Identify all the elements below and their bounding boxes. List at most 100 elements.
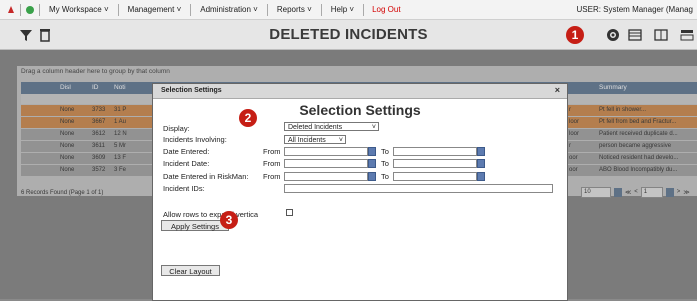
pager: 10 ≪ < 1 > ≫: [581, 186, 690, 198]
incident-date-label: Incident Date:: [163, 159, 210, 168]
layout-icon[interactable]: [680, 28, 694, 42]
cell-id[interactable]: 3667: [92, 119, 105, 125]
incident-ids-input[interactable]: [284, 184, 553, 193]
dialog-title: Selection Settings: [161, 87, 222, 94]
cell-id[interactable]: 3572: [92, 167, 105, 173]
callout-badge-2: 2: [239, 109, 257, 127]
cell-disl: None: [60, 155, 75, 161]
divider: [117, 3, 119, 16]
calendar-icon[interactable]: [368, 159, 376, 168]
apply-settings-button[interactable]: Apply Settings: [161, 220, 229, 231]
divider: [190, 3, 192, 16]
menu-administration[interactable]: Administration ˅: [200, 5, 258, 14]
cell-id[interactable]: 3733: [92, 107, 105, 113]
dialog-header: Selection Settings ×: [153, 84, 567, 99]
selection-settings-dialog: Selection Settings × Selection Settings …: [152, 83, 568, 301]
cell-location: oor: [569, 167, 578, 173]
chevron-down-icon: ˅: [371, 124, 376, 131]
col-summary[interactable]: Summary: [599, 84, 627, 91]
page-size-select[interactable]: 10: [581, 186, 611, 198]
from-label: From: [263, 172, 281, 181]
cell-disl: None: [60, 119, 75, 125]
col-notif[interactable]: Noti: [114, 84, 126, 91]
gear-icon[interactable]: [606, 28, 620, 42]
page-number-input[interactable]: 1: [640, 186, 663, 198]
app-logo-icon[interactable]: [6, 5, 16, 15]
page-dropdown-icon[interactable]: [665, 187, 674, 197]
to-label: To: [381, 147, 389, 156]
cell-id[interactable]: 3611: [92, 143, 105, 149]
display-label: Display:: [163, 124, 190, 133]
page-size-dropdown-icon[interactable]: [614, 187, 622, 197]
calendar-icon[interactable]: [368, 172, 376, 181]
calendar-icon[interactable]: [477, 159, 485, 168]
cell-disl: None: [60, 131, 75, 137]
cell-location: loor: [569, 119, 580, 125]
incident-date-from-input[interactable]: [284, 159, 368, 168]
calendar-icon[interactable]: [477, 172, 485, 181]
chevron-down-icon: ˅: [338, 137, 343, 144]
display-value: Deleted Incidents: [288, 124, 343, 131]
dialog-heading: Selection Settings: [299, 102, 421, 118]
riskman-date-to-input[interactable]: [393, 172, 477, 181]
cell-notif: 1 Au: [114, 119, 127, 125]
incident-date-to-input[interactable]: [393, 159, 477, 168]
menu-my-workspace[interactable]: My Workspace ˅: [49, 5, 109, 14]
cell-notif: 5 Mr: [114, 143, 126, 149]
divider: [363, 3, 365, 16]
riskman-date-from-input[interactable]: [284, 172, 368, 181]
cell-summary: Pt fell in shower...: [599, 107, 647, 113]
cell-id[interactable]: 3612: [92, 131, 105, 137]
refresh-icon[interactable]: [25, 5, 35, 15]
last-page-icon[interactable]: ≫: [683, 189, 689, 196]
cell-summary: Noticed resident had develo...: [599, 155, 679, 161]
divider: [266, 3, 268, 16]
close-icon[interactable]: ×: [555, 85, 560, 95]
title-bar: DELETED INCIDENTS: [0, 20, 697, 50]
incident-ids-label: Incident IDs:: [163, 184, 205, 193]
page-title: DELETED INCIDENTS: [269, 26, 428, 43]
cell-notif: 31 P: [114, 107, 127, 113]
cell-id[interactable]: 3609: [92, 155, 105, 161]
involving-label: Incidents Involving:: [163, 135, 227, 144]
riskman-date-label: Date Entered in RiskMan:: [163, 172, 249, 181]
to-label: To: [381, 159, 389, 168]
first-page-icon[interactable]: ≪: [625, 189, 631, 196]
calendar-icon[interactable]: [477, 147, 485, 156]
expand-rows-checkbox[interactable]: [286, 209, 293, 216]
expand-rows-label: Allow rows to expand vertica: [163, 210, 259, 219]
cell-disl: None: [60, 143, 75, 149]
top-menu-bar: My Workspace ˅ Management ˅ Administrati…: [0, 0, 697, 20]
date-entered-from-input[interactable]: [284, 147, 368, 156]
col-id[interactable]: ID: [92, 84, 99, 91]
logout-link[interactable]: Log Out: [372, 5, 400, 14]
cell-disl: None: [60, 107, 75, 113]
list-view-icon[interactable]: [628, 28, 642, 42]
clear-layout-button[interactable]: Clear Layout: [161, 265, 220, 276]
display-select[interactable]: Deleted Incidents ˅: [284, 122, 379, 131]
callout-badge-3: 3: [220, 211, 238, 229]
calendar-icon[interactable]: [368, 147, 376, 156]
menu-reports[interactable]: Reports ˅: [277, 5, 312, 14]
cell-notif: 12 N: [114, 131, 127, 137]
prev-page-icon[interactable]: <: [634, 189, 638, 195]
next-page-icon[interactable]: >: [677, 189, 681, 195]
cell-summary: person became aggressive: [599, 143, 672, 149]
cell-summary: Pt fell from bed and Fractur...: [599, 119, 677, 125]
divider: [320, 3, 322, 16]
callout-badge-1: 1: [566, 26, 584, 44]
date-entered-to-input[interactable]: [393, 147, 477, 156]
cell-notif: 3 Fe: [114, 167, 127, 173]
divider: [20, 3, 21, 16]
involving-select[interactable]: All Incidents ˅: [284, 135, 346, 144]
cell-location: r: [569, 143, 571, 149]
group-hint: Drag a column header here to group by th…: [21, 68, 170, 75]
menu-help[interactable]: Help ˅: [331, 5, 354, 14]
to-label: To: [381, 172, 389, 181]
col-disl[interactable]: Disl: [60, 84, 71, 91]
columns-icon[interactable]: [654, 28, 668, 42]
cell-summary: ABO Blood Incompatibly du...: [599, 167, 678, 173]
menu-management[interactable]: Management ˅: [128, 5, 182, 14]
records-found: 6 Records Found (Page 1 of 1): [21, 190, 104, 196]
date-entered-label: Date Entered:: [163, 147, 210, 156]
